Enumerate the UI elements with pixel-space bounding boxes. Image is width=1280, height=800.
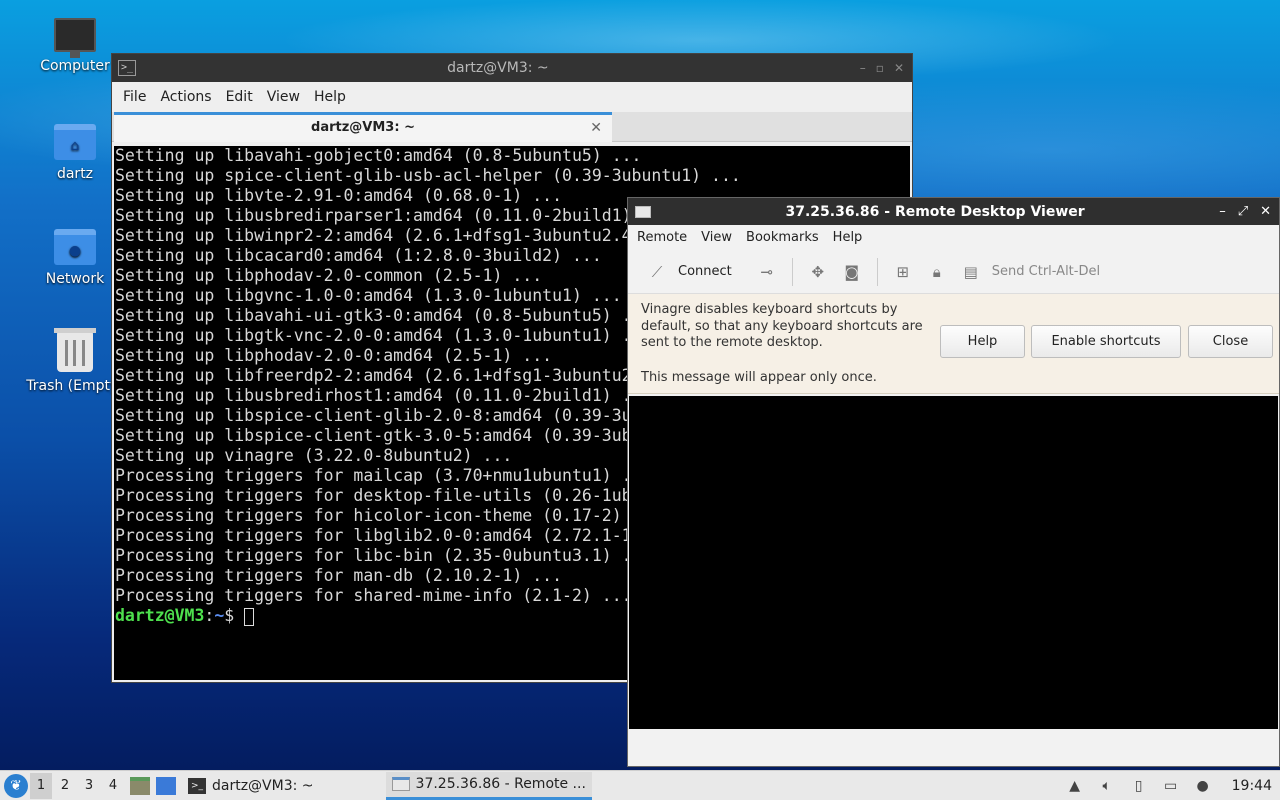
keys-icon: ▤ (963, 262, 978, 281)
keyboard-icon: ⊞ (896, 262, 910, 281)
computer-icon (54, 18, 96, 58)
remote-screen[interactable] (629, 396, 1278, 729)
minimize-icon[interactable]: – (860, 61, 866, 75)
menu-help[interactable]: Help (307, 89, 353, 105)
task-terminal[interactable]: >_ dartz@VM3: ~ (182, 772, 320, 800)
minimize-icon[interactable]: – (1219, 204, 1226, 219)
update-notifier-icon[interactable]: ● (1194, 777, 1212, 795)
terminal-tab[interactable]: dartz@VM3: ~ ✕ (114, 112, 612, 142)
prompt-path: ~ (214, 606, 225, 625)
file-manager-launcher-icon[interactable] (130, 776, 150, 795)
prompt-user: dartz@VM3 (115, 606, 205, 625)
close-icon[interactable]: ✕ (1260, 204, 1271, 219)
close-infobar-button[interactable]: Close (1188, 325, 1273, 358)
connect-label: Connect (678, 264, 732, 279)
window-icon (635, 205, 651, 218)
send-cad-label: Send Ctrl-Alt-Del (991, 264, 1101, 279)
prompt-end: $ (224, 606, 245, 625)
clipboard-icon[interactable]: ▯ (1130, 777, 1148, 795)
remote-desktop-viewer-window[interactable]: 37.25.36.86 - Remote Desktop Viewer – ⤢ … (627, 197, 1280, 767)
terminal-menubar: File Actions Edit View Help (112, 82, 912, 112)
menu-edit[interactable]: Edit (219, 89, 260, 105)
viewer-title: 37.25.36.86 - Remote Desktop Viewer (785, 203, 1085, 220)
workspace-2[interactable]: 2 (54, 773, 76, 799)
keyboard-shortcuts-button[interactable]: ⊞ (886, 256, 920, 288)
connect-button[interactable]: ⟋ Connect (640, 256, 736, 288)
disconnect-plug-icon: ⊸ (760, 262, 774, 281)
maximize-icon[interactable]: ▫ (876, 61, 884, 75)
clock[interactable]: 19:44 (1232, 778, 1272, 794)
terminal-titlebar[interactable]: >_ dartz@VM3: ~ – ▫ ✕ (112, 54, 912, 82)
menu-actions[interactable]: Actions (153, 89, 218, 105)
viewer-titlebar[interactable]: 37.25.36.86 - Remote Desktop Viewer – ⤢ … (628, 198, 1279, 225)
menu-remote[interactable]: Remote (630, 230, 694, 245)
screenshot-button[interactable]: ◙ (835, 256, 869, 288)
infobar-once-note: This message will appear only once. (641, 370, 877, 385)
text-cursor (244, 607, 255, 626)
network-folder-icon: ● (54, 229, 96, 265)
camera-icon: ◙ (844, 262, 860, 281)
terminal-line: Setting up spice-client-glib-usb-acl-hel… (115, 166, 741, 185)
tab-close-icon[interactable]: ✕ (590, 115, 602, 141)
workspace-4[interactable]: 4 (102, 773, 124, 799)
task-remote-desktop-viewer[interactable]: 37.25.36.86 - Remote ... (385, 771, 592, 800)
shortcuts-infobar: Vinagre disables keyboard shortcuts by d… (628, 294, 1279, 394)
terminal-tabbar: dartz@VM3: ~ ✕ (112, 112, 912, 142)
system-tray: ▲ 🔈︎ ▯ ▭ ● 19:44 (1066, 777, 1272, 795)
toolbar-separator (876, 257, 878, 286)
send-ctrl-alt-del-button[interactable]: ▤ Send Ctrl-Alt-Del (954, 256, 1104, 288)
tray-arrow-icon[interactable]: ▲ (1066, 777, 1084, 795)
lock-icon: 🔒︎ (932, 262, 941, 281)
volume-icon[interactable]: 🔈︎ (1098, 777, 1116, 795)
viewer-statusbar (628, 730, 1279, 766)
view-only-button[interactable]: 🔒︎ (920, 256, 954, 288)
menu-file[interactable]: File (116, 89, 153, 105)
close-icon[interactable]: ✕ (894, 61, 904, 75)
terminal-line: Setting up libavahi-gobject0:amd64 (0.8-… (115, 146, 642, 165)
menu-view[interactable]: View (260, 89, 307, 105)
workspace-1[interactable]: 1 (30, 772, 52, 799)
toolbar-separator (791, 257, 793, 286)
start-menu-icon[interactable]: ❦ (4, 773, 28, 798)
terminal-icon: >_ (118, 60, 136, 76)
menu-view[interactable]: View (694, 230, 739, 245)
menu-help[interactable]: Help (826, 230, 870, 245)
terminal-title: dartz@VM3: ~ (447, 60, 549, 76)
terminal-icon: >_ (188, 777, 206, 794)
infobar-message: Vinagre disables keyboard shortcuts by d… (641, 302, 923, 350)
trash-icon (54, 328, 96, 372)
terminal-tab-label: dartz@VM3: ~ (311, 120, 415, 135)
show-desktop-icon[interactable] (156, 776, 176, 795)
prompt-sep: : (204, 606, 215, 625)
network-icon[interactable]: ▭ (1162, 777, 1180, 795)
viewer-toolbar: ⟋ Connect ⊸ ✥ ◙ ⊞ 🔒︎ ▤ Send Ctrl-Alt-Del (628, 250, 1279, 294)
home-folder-icon: ⌂ (54, 124, 96, 160)
disconnect-button[interactable]: ⊸ (750, 256, 784, 288)
window-icon (391, 777, 410, 791)
taskbar: ❦ 1 2 3 4 >_ dartz@VM3: ~ 37.25.36.86 - … (0, 770, 1280, 800)
task-label: dartz@VM3: ~ (212, 777, 314, 794)
move-arrows-icon: ✥ (811, 262, 825, 281)
scaling-button[interactable]: ✥ (801, 256, 835, 288)
help-button[interactable]: Help (940, 325, 1025, 358)
viewer-menubar: Remote View Bookmarks Help (628, 225, 1279, 250)
task-label: 37.25.36.86 - Remote ... (415, 776, 586, 792)
connect-plug-icon: ⟋ (651, 262, 663, 281)
workspace-3[interactable]: 3 (78, 773, 100, 799)
enable-shortcuts-button[interactable]: Enable shortcuts (1031, 325, 1181, 358)
maximize-icon[interactable]: ⤢ (1238, 204, 1248, 219)
menu-bookmarks[interactable]: Bookmarks (739, 230, 826, 245)
